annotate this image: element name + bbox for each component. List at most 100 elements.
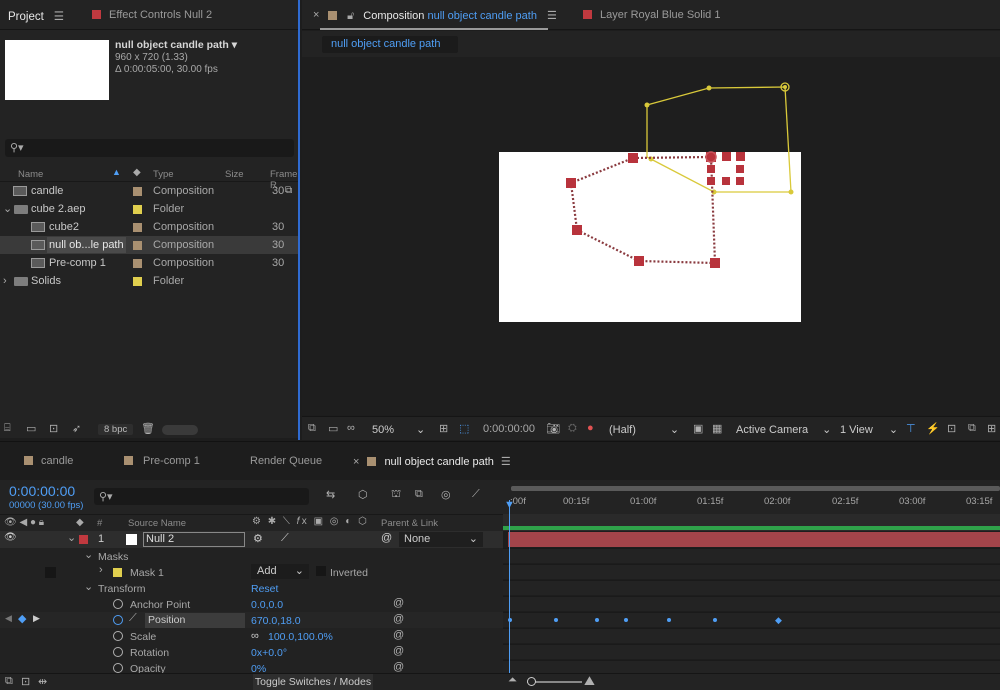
toggle-switches-modes-button[interactable]: Toggle Switches / Modes: [253, 674, 373, 690]
col-type[interactable]: Type: [153, 169, 174, 180]
add-keyframe-icon[interactable]: ◆: [18, 612, 26, 625]
expression-pickwhip-icon[interactable]: @: [393, 661, 404, 673]
parent-dropdown[interactable]: None ⌄: [399, 532, 483, 547]
visibility-eye-icon[interactable]: 👁︎: [4, 532, 17, 543]
graph-editor-icon[interactable]: ⟋: [472, 488, 480, 501]
in-out-icon[interactable]: ⇹: [38, 675, 47, 688]
mask-lock-toggle[interactable]: [45, 567, 56, 578]
expression-pickwhip-icon[interactable]: @: [393, 597, 404, 609]
tab-project[interactable]: Project ☰: [8, 9, 64, 23]
pickwhip-spiral-icon[interactable]: @: [381, 532, 392, 544]
timeline-ruler[interactable]: :00f 00:15f 01:00f 01:15f 02:00f 02:15f …: [503, 480, 1000, 514]
playhead-handle[interactable]: ▼: [504, 499, 515, 511]
toggle-mask-icon[interactable]: ▣: [693, 422, 703, 435]
position-value[interactable]: 670.0,18.0: [251, 615, 301, 627]
position-keyframe[interactable]: [667, 618, 671, 622]
current-time-display[interactable]: 0:00:00:00: [9, 483, 75, 499]
close-tab-icon[interactable]: ×: [313, 9, 319, 21]
mask-name[interactable]: Mask 1: [130, 567, 164, 579]
always-preview-icon[interactable]: ⧉: [308, 422, 316, 435]
reset-exposure-icon[interactable]: ⊞: [987, 422, 996, 435]
fast-previews-icon[interactable]: ⚡: [926, 422, 940, 435]
expand-chevron-icon[interactable]: ›: [99, 564, 103, 576]
timeline-tab-active[interactable]: × null object candle path ☰: [353, 455, 511, 468]
expand-chevron-icon[interactable]: ⌄: [67, 531, 76, 544]
tab-effect-controls[interactable]: Effect Controls Null 2: [92, 9, 212, 21]
inverted-checkbox[interactable]: [316, 566, 326, 576]
preview-name[interactable]: null object candle path ▾: [115, 39, 237, 51]
rotation-value[interactable]: 0x+0.0°: [251, 647, 287, 659]
layer-label-color[interactable]: [79, 535, 88, 544]
zoom-in-mountain-icon[interactable]: ⛰︎: [584, 673, 595, 689]
position-keyframe[interactable]: [624, 618, 628, 622]
expand-chevron-icon[interactable]: ⌄: [3, 200, 12, 218]
mask-color-swatch[interactable]: [113, 568, 122, 577]
project-search-input[interactable]: [5, 139, 294, 157]
comp-mini-flowchart-icon[interactable]: ⇆: [326, 488, 335, 501]
dropdown-arrow-icon[interactable]: ▾: [232, 39, 237, 51]
monitor-icon[interactable]: ▭: [328, 422, 338, 435]
tab-composition[interactable]: 🔓︎ Composition null object candle path ☰: [328, 9, 557, 23]
quality-switch-icon[interactable]: ⟋: [281, 532, 289, 545]
reset-link[interactable]: Reset: [251, 583, 278, 595]
timeline-tab-precomp[interactable]: Pre-comp 1: [124, 455, 200, 467]
toggle-pixel-aspect-icon[interactable]: ⊤: [906, 422, 916, 435]
position-keyframe[interactable]: [554, 618, 558, 622]
stopwatch-icon[interactable]: [113, 647, 123, 657]
panel-menu-icon[interactable]: ☰: [547, 10, 557, 22]
list-item-selected[interactable]: null ob...le path Composition 30: [0, 236, 300, 254]
col-source-name[interactable]: Source Name: [128, 518, 186, 529]
mask-mode-dropdown[interactable]: Add ⌄: [251, 564, 309, 579]
close-tab-icon[interactable]: ×: [353, 456, 359, 468]
zoom-dropdown[interactable]: 50% ⌄: [372, 423, 425, 436]
col-name[interactable]: Name: [18, 169, 43, 180]
layer-name-field[interactable]: Null 2: [143, 532, 245, 547]
list-item[interactable]: candle Composition 30 ⧉: [0, 182, 300, 200]
masks-group-label[interactable]: Masks: [98, 551, 128, 563]
list-item[interactable]: ⌄ cube 2.aep Folder: [0, 200, 300, 218]
transform-group-label[interactable]: Transform: [98, 583, 145, 595]
interpret-footage-icon[interactable]: ⌸: [4, 422, 11, 435]
timeline-tab-candle[interactable]: candle: [24, 455, 73, 467]
scale-value[interactable]: 100.0,100.0%: [268, 631, 333, 643]
layer-row[interactable]: 👁︎ ⌄ 1 Null 2 ⚙ ⟋ @ None ⌄: [0, 531, 503, 548]
shy-layers-icon[interactable]: ⛫: [391, 488, 401, 502]
vr-glasses-icon[interactable]: ∞: [347, 422, 355, 434]
layer-duration-bar[interactable]: [508, 532, 1000, 547]
stopwatch-icon[interactable]: [113, 663, 123, 673]
layer-switches-icon[interactable]: ⧉: [5, 675, 13, 688]
transparency-grid-icon[interactable]: ▦: [712, 422, 722, 435]
camera-dropdown[interactable]: Active Camera ⌄: [736, 423, 831, 436]
flowchart-icon[interactable]: ⧉: [285, 182, 292, 200]
bpc-button[interactable]: 8 bpc: [98, 424, 134, 435]
stopwatch-icon[interactable]: [113, 631, 123, 641]
expression-pickwhip-icon[interactable]: @: [393, 629, 404, 641]
expand-chevron-icon[interactable]: ⌄: [84, 580, 93, 593]
region-of-interest-icon[interactable]: ⬚: [459, 422, 469, 435]
expand-chevron-icon[interactable]: ⌄: [84, 548, 93, 561]
zoom-out-mountain-icon[interactable]: ⏶: [508, 674, 517, 687]
resolution-dropdown[interactable]: (Half) ⌄: [609, 423, 679, 436]
list-item[interactable]: cube2 Composition 30: [0, 218, 300, 236]
zoom-slider-handle[interactable]: [527, 677, 536, 686]
thumbnail-slider[interactable]: [162, 425, 198, 435]
graph-icon[interactable]: ⟋: [129, 612, 137, 625]
tab-layer[interactable]: Layer Royal Blue Solid 1: [583, 9, 720, 21]
col-parent-link[interactable]: Parent & Link: [381, 518, 438, 529]
timeline-tab-render-queue[interactable]: Render Queue: [250, 455, 322, 467]
anchor-point-value[interactable]: 0.0,0.0: [251, 599, 283, 611]
view-layout-dropdown[interactable]: 1 View ⌄: [840, 423, 898, 436]
list-item[interactable]: Pre-comp 1 Composition 30: [0, 254, 300, 272]
comp-breadcrumb[interactable]: null object candle path: [322, 36, 458, 53]
motion-blur-icon[interactable]: ◎: [441, 488, 451, 501]
color-channels-icon[interactable]: ●: [587, 422, 594, 434]
stopwatch-icon[interactable]: [113, 599, 123, 609]
panel-menu-icon[interactable]: ☰: [54, 11, 64, 23]
anchor-switch-icon[interactable]: ⚙: [253, 532, 263, 545]
fit-frame-icon[interactable]: ⊞: [439, 422, 448, 435]
new-folder-icon[interactable]: ▭: [26, 422, 36, 435]
constrain-proportions-icon[interactable]: ∞: [251, 630, 259, 642]
transfer-controls-icon[interactable]: ⊡: [21, 675, 30, 688]
expand-chevron-icon[interactable]: ›: [3, 272, 7, 290]
prev-keyframe-icon[interactable]: ◀: [5, 613, 12, 624]
